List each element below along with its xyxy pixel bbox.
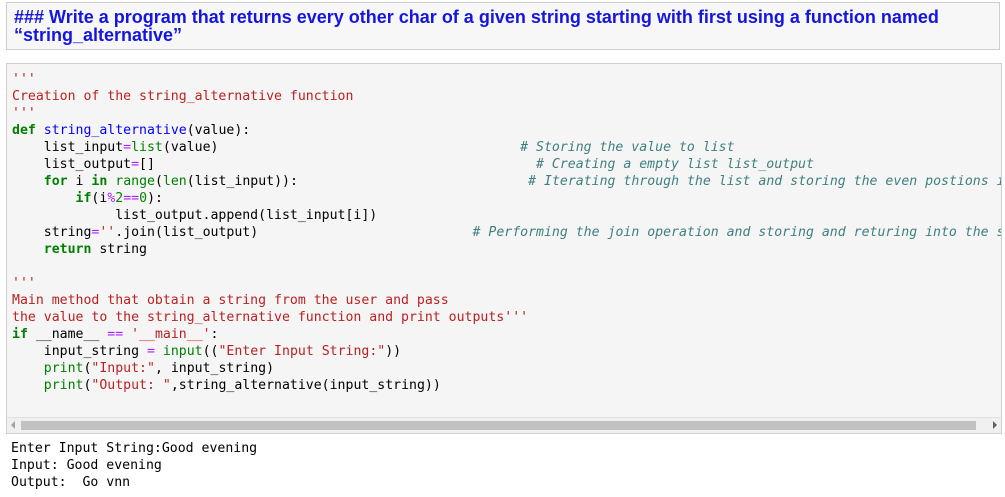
code-line: ''' (12, 275, 1001, 292)
code-cell[interactable]: ''' Creation of the string_alternative fu… (6, 63, 1002, 434)
code-line: for i in range(len(list_input)): # Itera… (12, 173, 1001, 190)
code-line: print("Output: ",string_alternative(inpu… (12, 377, 1001, 394)
output-line: Output: Go vnn (11, 475, 131, 490)
code-token: ''' (12, 276, 36, 291)
code-token: len (162, 174, 187, 189)
code-line: def string_alternative(value): (12, 122, 1001, 139)
code-token: (value): (186, 123, 251, 138)
code-line: Creation of the string_alternative funct… (12, 88, 1001, 105)
code-line: if __name__ == '__main__': (12, 326, 1001, 343)
output-line: Enter Input String:Good evening (11, 441, 258, 456)
code-token: )) (385, 344, 402, 359)
code-token: .join(list_output) (115, 225, 473, 240)
code-token: '' (99, 225, 116, 240)
code-token: for (43, 174, 68, 189)
code-token: '__main__' (131, 327, 211, 342)
cell-output: Enter Input String:Good evening Input: Go… (11, 440, 991, 491)
code-line: ''' (12, 71, 1001, 88)
code-token: (i (91, 191, 108, 206)
code-token: = (123, 140, 132, 155)
code-token: == (123, 191, 140, 206)
horizontal-scrollbar[interactable] (7, 417, 1001, 433)
code-token: = (146, 344, 155, 359)
code-token: print (43, 378, 84, 393)
code-token: ''' (12, 106, 36, 121)
code-token: i (67, 174, 92, 189)
scroll-right-arrow-icon[interactable] (993, 421, 997, 429)
code-editor[interactable]: ''' Creation of the string_alternative fu… (12, 71, 1002, 416)
code-line: input_string = input(("Enter Input Strin… (12, 343, 1001, 360)
code-token: "Input:" (91, 361, 155, 376)
code-token: ''' (12, 72, 36, 87)
code-token: the value to the string_alternative func… (12, 310, 529, 325)
code-token: = (131, 157, 140, 172)
code-line: list_input=list(value) # Storing the val… (12, 139, 1001, 156)
code-line: the value to the string_alternative func… (12, 309, 1001, 326)
code-token: __name__ (27, 327, 108, 342)
code-token: ( (154, 174, 163, 189)
code-token: list (131, 140, 163, 155)
code-token: input_string (12, 344, 147, 359)
code-token: [] (139, 157, 537, 172)
code-token: (value) (162, 140, 521, 155)
code-token: : (210, 327, 219, 342)
code-token: def (12, 123, 36, 138)
code-line: list_output.append(list_input[i]) (12, 207, 1001, 224)
code-token: range (115, 174, 155, 189)
code-token: ,string_alternative(input_string)) (170, 378, 441, 393)
code-line: list_output=[] # Creating a empty list l… (12, 156, 1001, 173)
scroll-left-arrow-icon[interactable] (11, 421, 15, 429)
code-line: string=''.join(list_output) # Performing… (12, 224, 1002, 241)
code-token: list_output.append(list_input[i]) (12, 208, 378, 223)
code-token: in (91, 174, 108, 189)
code-token: # Iterating through the list and storing… (528, 174, 1001, 189)
code-token: Creation of the string_alternative funct… (12, 89, 354, 104)
code-token: ): (147, 191, 163, 206)
code-line: print("Input:", input_string) (12, 360, 1001, 377)
code-token: print (43, 361, 84, 376)
code-token: if (75, 191, 92, 206)
code-line: ''' (12, 105, 1001, 122)
code-token: (( (202, 344, 219, 359)
code-token: list_output (12, 157, 132, 172)
output-line: Input: Good evening (11, 458, 162, 473)
code-token: # Performing the join operation and stor… (472, 225, 1002, 240)
markdown-heading: ### Write a program that returns every o… (14, 7, 939, 45)
code-token: "Output: " (91, 378, 171, 393)
code-token: # Creating a empty list list_output (536, 157, 814, 172)
markdown-cell[interactable]: ### Write a program that returns every o… (6, 2, 1000, 50)
code-token: Main method that obtain a string from th… (12, 293, 449, 308)
code-token: , input_string) (154, 361, 275, 376)
code-token: return (43, 242, 92, 257)
code-line: return string (12, 241, 1001, 258)
code-token: string_alternative (43, 123, 187, 138)
code-token: string (91, 242, 147, 257)
code-token: (list_input)): (186, 174, 529, 189)
code-token: # Storing the value to list (520, 140, 735, 155)
code-token: == (107, 327, 124, 342)
code-token: "Enter Input String:" (218, 344, 386, 359)
scrollbar-thumb[interactable] (21, 421, 976, 430)
code-token: if (12, 327, 28, 342)
code-token: list_input (12, 140, 124, 155)
code-token: string (12, 225, 92, 240)
code-token: 0 (139, 191, 148, 206)
code-line: if(i%2==0): (12, 190, 1001, 207)
code-line: Main method that obtain a string from th… (12, 292, 1001, 309)
code-token: input (162, 344, 203, 359)
